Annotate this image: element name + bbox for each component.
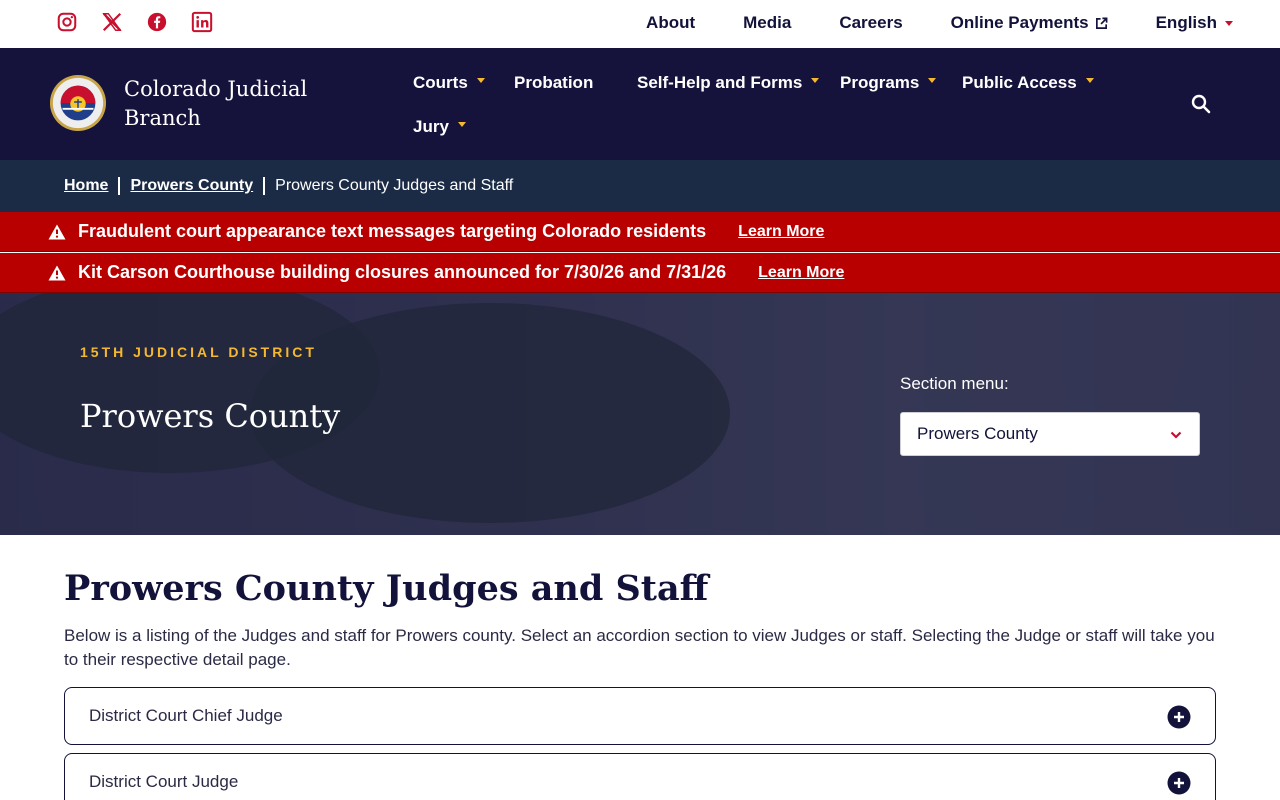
nav-probation[interactable]: Probation <box>514 73 593 93</box>
chevron-down-icon <box>476 77 485 83</box>
nav-self-help[interactable]: Self-Help and Forms <box>637 73 820 93</box>
plus-circle-icon <box>1167 771 1191 795</box>
chevron-down-icon <box>1085 77 1094 83</box>
nav-jury-label: Jury <box>413 117 449 136</box>
breadcrumb-divider <box>118 177 121 195</box>
page-intro: Below is a listing of the Judges and sta… <box>64 626 1215 669</box>
chevron-down-icon <box>1170 431 1182 439</box>
hero-title: Prowers County <box>80 397 341 435</box>
facebook-icon[interactable] <box>146 11 168 33</box>
alert-learn-more-link[interactable]: Learn More <box>758 264 844 282</box>
careers-link[interactable]: Careers <box>839 13 902 33</box>
search-icon[interactable] <box>1191 94 1211 114</box>
media-label: Media <box>743 13 792 32</box>
alert-message: Fraudulent court appearance text message… <box>78 221 707 241</box>
page-title: Prowers County Judges and Staff <box>64 568 709 609</box>
x-icon[interactable] <box>101 11 123 33</box>
chevron-down-icon <box>928 77 937 83</box>
nav-public-access[interactable]: Public Access <box>962 73 1094 93</box>
brand-line-2: Branch <box>124 106 201 130</box>
warning-icon <box>48 224 66 239</box>
nav-courts-label: Courts <box>413 73 468 92</box>
section-menu-value: Prowers County <box>917 424 1038 443</box>
nav-courts[interactable]: Courts <box>413 73 485 93</box>
alert-banner: Fraudulent court appearance text message… <box>0 212 1280 252</box>
nav-self-help-label: Self-Help and Forms <box>637 73 803 92</box>
accordion-item[interactable]: District Court Judge <box>64 753 1216 800</box>
accordion-item[interactable]: District Court Chief Judge <box>64 687 1216 745</box>
online-payments-link[interactable]: Online Payments <box>951 13 1108 33</box>
alert-learn-more-link[interactable]: Learn More <box>738 223 824 241</box>
breadcrumb: Home Prowers County Prowers County Judge… <box>0 160 1280 212</box>
warning-icon <box>48 265 66 280</box>
nav-public-access-label: Public Access <box>962 73 1077 92</box>
nav-programs[interactable]: Programs <box>840 73 937 93</box>
about-link[interactable]: About <box>646 13 695 33</box>
district-label: 15TH JUDICIAL DISTRICT <box>80 344 317 360</box>
accordion-title: District Court Judge <box>89 772 239 791</box>
breadcrumb-divider <box>263 177 266 195</box>
utility-bar: About Media Careers Online Payments Engl… <box>0 0 1280 48</box>
breadcrumb-home[interactable]: Home <box>64 177 108 195</box>
hero-banner: 15TH JUDICIAL DISTRICT Prowers County Se… <box>0 293 1280 535</box>
language-selector[interactable]: English <box>1156 13 1233 33</box>
alert-message: Kit Carson Courthouse building closures … <box>78 262 727 282</box>
nav-probation-label: Probation <box>514 73 594 92</box>
language-label: English <box>1155 13 1217 32</box>
breadcrumb-current: Prowers County Judges and Staff <box>275 177 514 194</box>
section-menu-label: Section menu: <box>900 374 1009 393</box>
nav-jury[interactable]: Jury <box>413 117 466 137</box>
section-menu-select[interactable]: Prowers County <box>900 412 1200 456</box>
colorado-courts-logo[interactable] <box>49 74 107 132</box>
chevron-down-icon <box>457 121 466 127</box>
linkedin-icon[interactable] <box>191 11 213 33</box>
chevron-down-icon <box>811 77 820 83</box>
site-brand[interactable]: Colorado Judicial Branch <box>124 75 334 133</box>
brand-line-1: Colorado Judicial <box>124 77 308 101</box>
careers-label: Careers <box>839 13 903 32</box>
breadcrumb-county[interactable]: Prowers County <box>130 177 253 195</box>
instagram-icon[interactable] <box>56 11 78 33</box>
external-link-icon <box>1095 17 1108 29</box>
chevron-down-icon <box>1225 20 1233 26</box>
nav-programs-label: Programs <box>840 73 920 92</box>
plus-circle-icon <box>1167 705 1191 729</box>
about-label: About <box>646 13 696 32</box>
online-payments-label: Online Payments <box>950 13 1089 32</box>
media-link[interactable]: Media <box>743 13 791 33</box>
social-links <box>56 11 213 33</box>
alert-banner: Kit Carson Courthouse building closures … <box>0 253 1280 293</box>
utility-nav: About Media Careers Online Payments Engl… <box>646 13 1233 33</box>
accordion-title: District Court Chief Judge <box>89 706 283 725</box>
main-header: Colorado Judicial Branch Courts Probatio… <box>0 48 1280 160</box>
